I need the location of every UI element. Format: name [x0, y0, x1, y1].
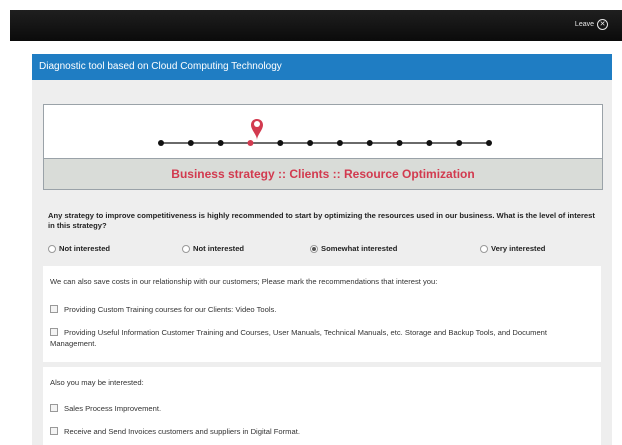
checkbox-label: Receive and Send Invoices customers and … [64, 427, 300, 436]
step-dot [217, 140, 224, 146]
step-dot [396, 140, 403, 146]
checkbox-item[interactable]: Sales Process Improvement. [50, 403, 590, 414]
additional-interest-card: Also you may be interested: Sales Proces… [43, 367, 601, 445]
interest-radio-group: Not interested Not interested Somewhat i… [48, 244, 608, 258]
step-dot [486, 140, 492, 146]
checkbox[interactable] [50, 328, 58, 336]
stage-title: Business strategy :: Clients :: Resource… [44, 158, 602, 189]
step-dot [426, 140, 433, 146]
checkbox-item[interactable]: Providing Useful Information Customer Tr… [50, 327, 590, 349]
step-dot [187, 140, 194, 146]
radio-button[interactable] [480, 244, 488, 253]
step-progress [158, 119, 492, 146]
radio-button[interactable] [48, 244, 56, 253]
checkbox[interactable] [50, 404, 58, 412]
diagnostic-panel: Diagnostic tool based on Cloud Computing… [32, 54, 612, 445]
checkbox-label: Providing Useful Information Customer Tr… [50, 328, 548, 348]
progress-tracker: Business strategy :: Clients :: Resource… [43, 104, 603, 190]
radio-label: Not interested [59, 244, 111, 253]
radio-option-3[interactable]: Somewhat interested [310, 244, 397, 253]
question-text: Any strategy to improve competitiveness … [48, 211, 595, 230]
checkbox[interactable] [50, 427, 58, 435]
leave-label: Leave [574, 21, 594, 28]
radio-label: Not interested [193, 244, 245, 253]
checkbox-label: Sales Process Improvement. [64, 404, 162, 413]
panel-title: Diagnostic tool based on Cloud Computing… [32, 54, 612, 80]
location-pin-icon [251, 119, 263, 140]
section-intro: We can also save costs in our relationsh… [50, 277, 438, 286]
checkbox[interactable] [50, 305, 58, 313]
radio-label: Very interested [491, 244, 546, 253]
radio-option-2[interactable]: Not interested [182, 244, 244, 253]
current-step-dot [247, 140, 254, 146]
radio-option-1[interactable]: Not interested [48, 244, 110, 253]
step-dot [158, 140, 164, 146]
step-dot [307, 140, 314, 146]
radio-button[interactable] [182, 244, 190, 253]
checkbox-label: Providing Custom Training courses for ou… [64, 305, 277, 314]
leave-button[interactable]: Leave ✕ [575, 19, 608, 30]
checkbox-item[interactable]: Receive and Send Invoices customers and … [50, 426, 590, 437]
step-dot [336, 140, 343, 146]
step-dot [456, 140, 463, 146]
radio-button[interactable] [310, 244, 318, 253]
section-intro: Also you may be interested: [50, 378, 144, 387]
customer-recommendations-card: We can also save costs in our relationsh… [43, 266, 601, 362]
step-dot [277, 140, 284, 146]
radio-label: Somewhat interested [321, 244, 398, 253]
step-dot [366, 140, 373, 146]
radio-option-4[interactable]: Very interested [480, 244, 545, 253]
top-bar: Leave ✕ [10, 10, 622, 41]
checkbox-item[interactable]: Providing Custom Training courses for ou… [50, 304, 590, 315]
close-icon: ✕ [597, 19, 608, 30]
